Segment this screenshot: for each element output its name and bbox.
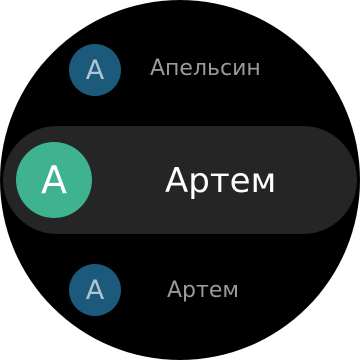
contact-item[interactable]: А Артем xyxy=(0,260,360,320)
contact-name: Артем xyxy=(167,278,239,303)
watch-screen: А Апельсин А Артем А Артем xyxy=(0,0,360,360)
contact-item[interactable]: А Апельсин xyxy=(0,40,360,100)
contact-name: Артем xyxy=(165,161,277,201)
contact-item-focused[interactable]: А Артем xyxy=(3,126,357,234)
contact-avatar: А xyxy=(69,44,121,96)
contact-avatar: А xyxy=(69,264,121,316)
contact-avatar: А xyxy=(16,142,92,218)
contact-list[interactable]: А Апельсин А Артем А Артем xyxy=(0,0,360,360)
contact-name: Апельсин xyxy=(150,56,261,81)
